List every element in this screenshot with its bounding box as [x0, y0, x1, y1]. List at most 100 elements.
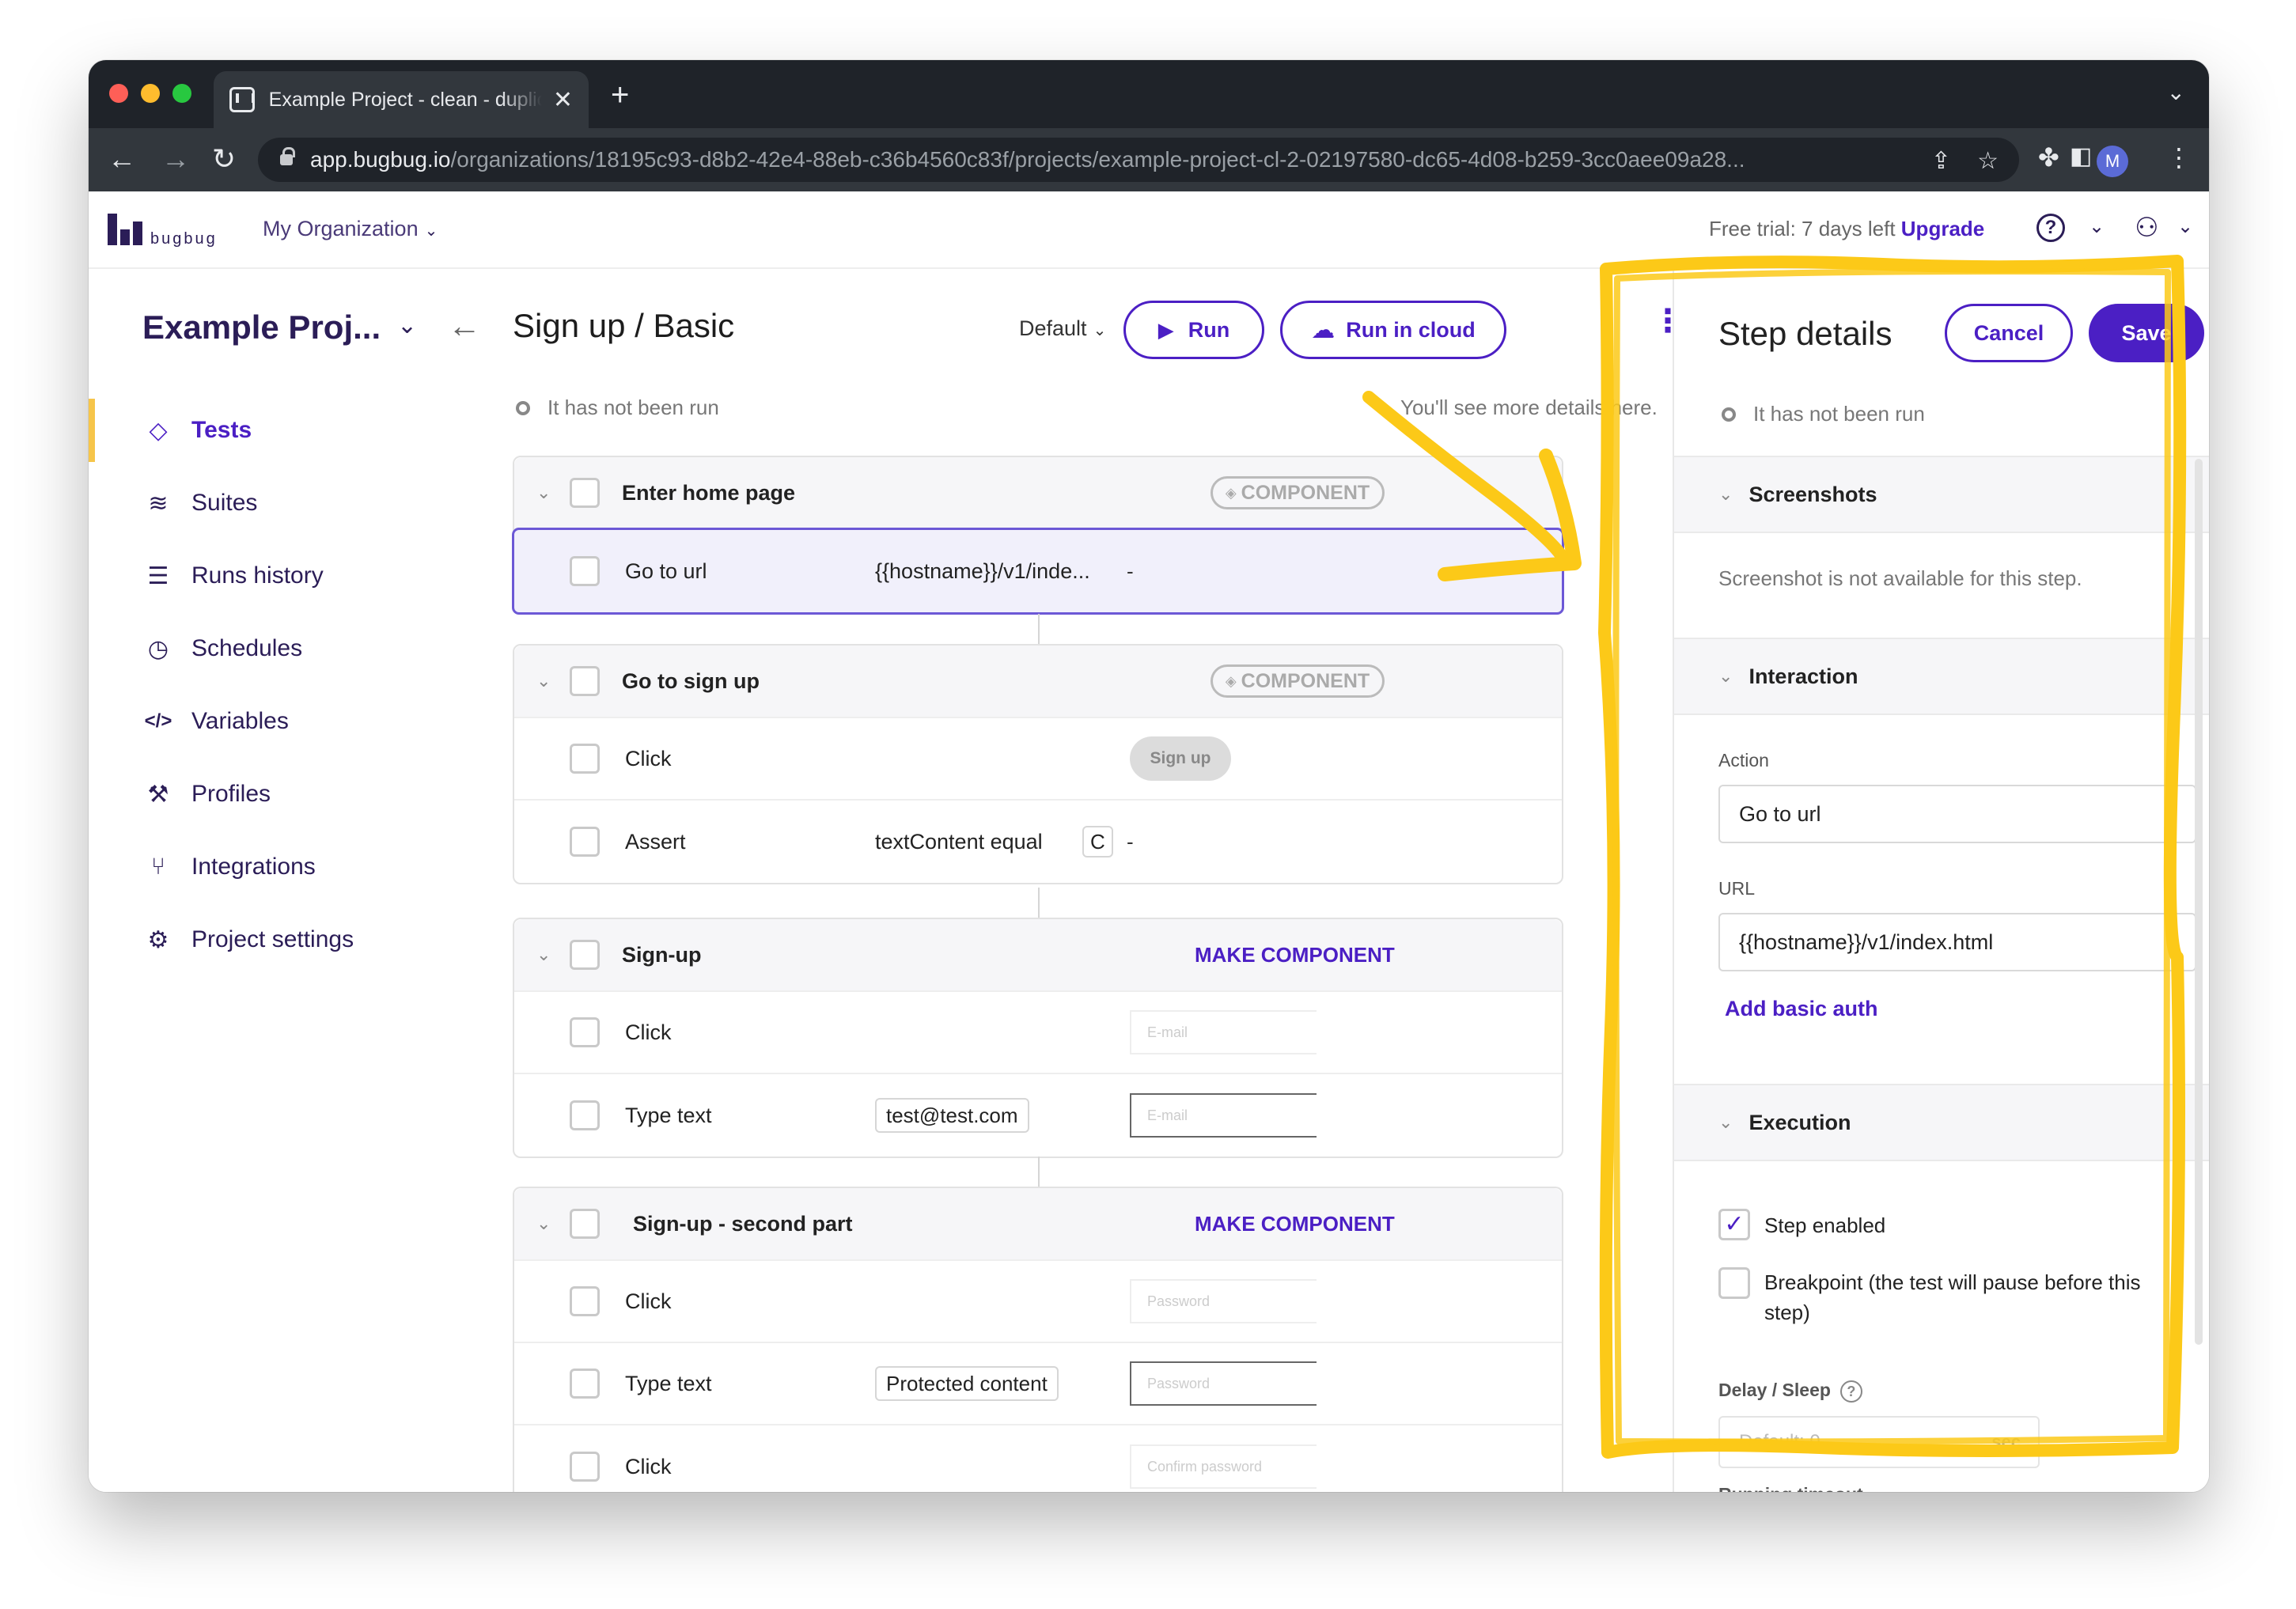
list-check-icon: ☰	[147, 562, 169, 589]
back-arrow-icon[interactable]: ←	[108, 142, 136, 176]
share-icon[interactable]: ⇪	[1931, 147, 1951, 175]
close-window-button[interactable]	[109, 84, 128, 103]
browser-tab[interactable]: Example Project - clean - duplicate ✕	[214, 71, 589, 128]
url-input[interactable]: {{hostname}}/v1/index.html	[1718, 913, 2196, 971]
step-row[interactable]: Click Confirm password	[514, 1425, 1562, 1492]
project-chevron-down-icon[interactable]: ⌄	[397, 312, 417, 339]
cancel-button[interactable]: Cancel	[1945, 304, 2073, 362]
chevron-down-icon[interactable]: ⌄	[536, 671, 551, 691]
step-checkbox[interactable]	[570, 1100, 600, 1130]
organization-selector[interactable]: My Organization ⌄	[263, 217, 438, 241]
make-component-button[interactable]: MAKE COMPONENT	[1195, 943, 1395, 967]
group-checkbox[interactable]	[570, 666, 600, 696]
group-header[interactable]: ⌄ Enter home page ◈ COMPONENT	[514, 457, 1562, 530]
step-row[interactable]: Click Sign up	[514, 718, 1562, 801]
screenshots-section-header[interactable]: ⌄ Screenshots	[1674, 456, 2209, 533]
maximize-window-button[interactable]	[172, 84, 191, 103]
step-row[interactable]: Type text test@test.com E-mail	[514, 1074, 1562, 1157]
step-checkbox[interactable]	[570, 827, 600, 857]
back-arrow-icon[interactable]: ←	[448, 307, 481, 345]
step-row[interactable]: Assert textContent equal C -	[514, 801, 1562, 883]
chevron-down-icon: ⌄	[2162, 804, 2177, 823]
step-row[interactable]: Click E-mail	[514, 992, 1562, 1074]
breakpoint-checkbox[interactable]	[1718, 1267, 1750, 1299]
sidebar-item-runs-history[interactable]: ☰ Runs history	[89, 544, 421, 608]
step-checkbox[interactable]	[570, 1286, 600, 1316]
close-tab-icon[interactable]: ✕	[553, 86, 573, 114]
run-button[interactable]: ▶ Run	[1123, 301, 1264, 359]
profile-avatar[interactable]: M	[2097, 146, 2128, 177]
element-screenshot-thumb: Password	[1130, 1361, 1317, 1406]
app-header: bugbug My Organization ⌄ Free trial: 7 da…	[89, 191, 2209, 269]
sidebar-item-suites[interactable]: ≋ Suites	[89, 471, 421, 535]
make-component-button[interactable]: MAKE COMPONENT	[1195, 1212, 1395, 1236]
sidebar-item-profiles[interactable]: ⚒ Profiles	[89, 763, 421, 826]
user-chevron-down-icon[interactable]: ⌄	[2177, 215, 2193, 238]
step-name: Type text	[625, 1371, 712, 1395]
step-value-chip: Protected content	[875, 1366, 1059, 1401]
bugbug-logo[interactable]: bugbug	[108, 214, 218, 248]
sidebar-item-project-settings[interactable]: ⚙ Project settings	[89, 908, 421, 971]
run-in-cloud-button[interactable]: ☁ Run in cloud	[1280, 301, 1506, 359]
sidebar-item-schedules[interactable]: ◷ Schedules	[89, 617, 421, 680]
trial-text: Free trial: 7 days left	[1709, 217, 1896, 240]
chevron-down-icon[interactable]: ⌄	[536, 1213, 551, 1234]
step-checkbox[interactable]	[570, 556, 600, 586]
step-value-chip: C	[1082, 826, 1113, 858]
new-tab-icon[interactable]: +	[611, 78, 629, 113]
step-param: {{hostname}}/v1/inde...	[875, 558, 1090, 583]
sidebar-item-variables[interactable]: </> Variables	[89, 690, 421, 753]
tab-search-chevron-icon[interactable]: ⌄	[2167, 79, 2185, 105]
bookmark-star-icon[interactable]: ☆	[1977, 147, 1999, 175]
sidebar-item-integrations[interactable]: ⑂ Integrations	[89, 835, 421, 899]
upgrade-link[interactable]: Upgrade	[1901, 217, 1984, 240]
step-checkbox[interactable]	[570, 1369, 600, 1399]
test-editor: ← Sign up / Basic Default ⌄ ▶ Run ☁ Run in …	[437, 269, 1684, 1492]
step-checkbox[interactable]	[570, 1017, 600, 1047]
group-checkbox[interactable]	[570, 478, 600, 508]
address-bar[interactable]: app.bugbug.io/organizations/18195c93-d8b…	[258, 138, 2019, 182]
project-sidebar: Example Proj... ⌄ ◇ Tests ≋ Suites ☰ Run…	[89, 269, 421, 1492]
step-enabled-checkbox[interactable]: ✓	[1718, 1209, 1750, 1240]
help-icon[interactable]: ?	[2036, 214, 2065, 242]
action-select[interactable]: Go to url ⌄	[1718, 785, 2196, 843]
group-checkbox[interactable]	[570, 940, 600, 970]
step-row-selected[interactable]: Go to url {{hostname}}/v1/inde... -	[512, 528, 1564, 615]
step-row[interactable]: Type text Protected content Password	[514, 1343, 1562, 1425]
add-basic-auth-link[interactable]: Add basic auth	[1725, 997, 1878, 1021]
panel-scrollbar[interactable]	[2195, 459, 2203, 1345]
group-header[interactable]: ⌄ Sign-up MAKE COMPONENT	[514, 919, 1562, 992]
minimize-window-button[interactable]	[141, 84, 160, 103]
forward-arrow-icon[interactable]: →	[161, 142, 190, 176]
reload-icon[interactable]: ↻	[212, 142, 236, 176]
group-connector	[1038, 614, 1040, 644]
browser-menu-icon[interactable]: ⋮	[2166, 142, 2192, 172]
chevron-down-icon[interactable]: ⌄	[536, 483, 551, 503]
step-checkbox[interactable]	[570, 1452, 600, 1482]
cloud-play-icon: ☁	[1311, 316, 1336, 343]
delay-input[interactable]: Default: 0 sec	[1718, 1416, 2040, 1468]
user-account-icon[interactable]: ⚇	[2135, 212, 2158, 244]
screenshot-note: Screenshot is not available for this ste…	[1718, 566, 2082, 590]
help-icon[interactable]: ?	[1839, 1380, 1862, 1403]
chevron-down-icon: ⌄	[424, 222, 438, 240]
bugbug-logo-mark-icon	[108, 214, 144, 245]
project-name[interactable]: Example Proj...	[142, 309, 381, 346]
profile-selector[interactable]: Default ⌄	[1019, 316, 1106, 341]
sidebar-item-tests[interactable]: ◇ Tests	[89, 399, 421, 462]
section-title: Execution	[1749, 1110, 1851, 1134]
details-hint: You'll see more details here.	[1400, 396, 1658, 419]
step-row[interactable]: Click Password	[514, 1261, 1562, 1343]
interaction-section-header[interactable]: ⌄ Interaction	[1674, 638, 2209, 715]
group-header[interactable]: ⌄ Go to sign up ◈ COMPONENT	[514, 645, 1562, 718]
group-header[interactable]: ⌄ Sign-up - second part MAKE COMPONENT	[514, 1188, 1562, 1261]
chevron-down-icon[interactable]: ⌄	[536, 945, 551, 965]
step-checkbox[interactable]	[570, 744, 600, 774]
help-chevron-down-icon[interactable]: ⌄	[2089, 215, 2105, 238]
element-screenshot-thumb: E-mail	[1130, 1010, 1317, 1054]
group-checkbox[interactable]	[570, 1209, 600, 1239]
extensions-puzzle-icon[interactable]: ✤	[2038, 142, 2059, 172]
execution-section-header[interactable]: ⌄ Execution	[1674, 1084, 2209, 1161]
sidepanel-icon[interactable]: ◧	[2070, 142, 2092, 170]
save-button[interactable]: Save	[2089, 304, 2204, 362]
